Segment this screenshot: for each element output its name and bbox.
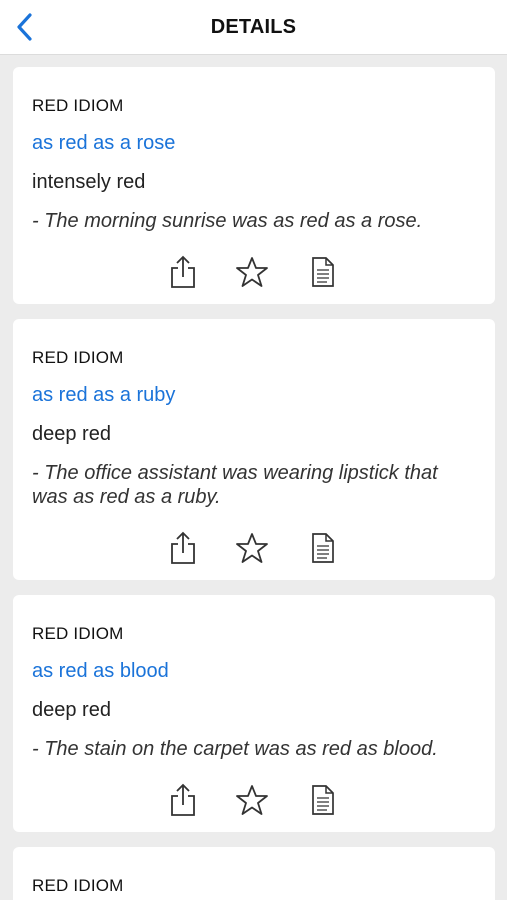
- star-icon: [236, 533, 268, 563]
- navigation-bar: DETAILS: [0, 0, 507, 55]
- idiom-title[interactable]: as red as blood: [32, 660, 169, 683]
- document-icon: [312, 785, 334, 815]
- idiom-example: - The office assistant was wearing lipst…: [32, 462, 438, 508]
- idiom-card: RED IDIOM as red as blood deep red - The…: [13, 595, 495, 832]
- favorite-button[interactable]: [235, 530, 269, 566]
- card-actions: [13, 530, 495, 566]
- details-button[interactable]: [306, 530, 340, 566]
- share-button[interactable]: [166, 254, 200, 290]
- document-icon: [312, 533, 334, 563]
- category-label: RED IDIOM: [32, 96, 124, 115]
- idiom-meaning: deep red: [32, 423, 111, 445]
- share-button[interactable]: [166, 530, 200, 566]
- idiom-meaning: deep red: [32, 699, 111, 721]
- idiom-example: - The stain on the carpet was as red as …: [32, 738, 438, 760]
- idiom-example: - The morning sunrise was as red as a ro…: [32, 210, 423, 232]
- page-title: DETAILS: [210, 16, 297, 38]
- details-button[interactable]: [306, 254, 340, 290]
- category-label: RED IDIOM: [32, 876, 124, 895]
- share-icon: [171, 783, 195, 816]
- details-button[interactable]: [306, 782, 340, 818]
- category-label: RED IDIOM: [32, 348, 124, 367]
- document-icon: [312, 257, 334, 287]
- star-icon: [236, 257, 268, 287]
- category-label: RED IDIOM: [32, 624, 124, 643]
- star-icon: [236, 785, 268, 815]
- share-icon: [171, 255, 195, 288]
- idiom-card: RED IDIOM as red as a rose intensely red…: [13, 67, 495, 304]
- share-button[interactable]: [166, 782, 200, 818]
- idiom-card: RED IDIOM: [13, 847, 495, 900]
- idiom-title[interactable]: as red as a rose: [32, 132, 175, 155]
- idiom-meaning: intensely red: [32, 171, 146, 193]
- favorite-button[interactable]: [235, 782, 269, 818]
- share-icon: [171, 531, 195, 564]
- idiom-title[interactable]: as red as a ruby: [32, 384, 175, 407]
- favorite-button[interactable]: [235, 254, 269, 290]
- idiom-card: RED IDIOM as red as a ruby deep red - Th…: [13, 319, 495, 580]
- card-actions: [13, 782, 495, 818]
- card-actions: [13, 254, 495, 290]
